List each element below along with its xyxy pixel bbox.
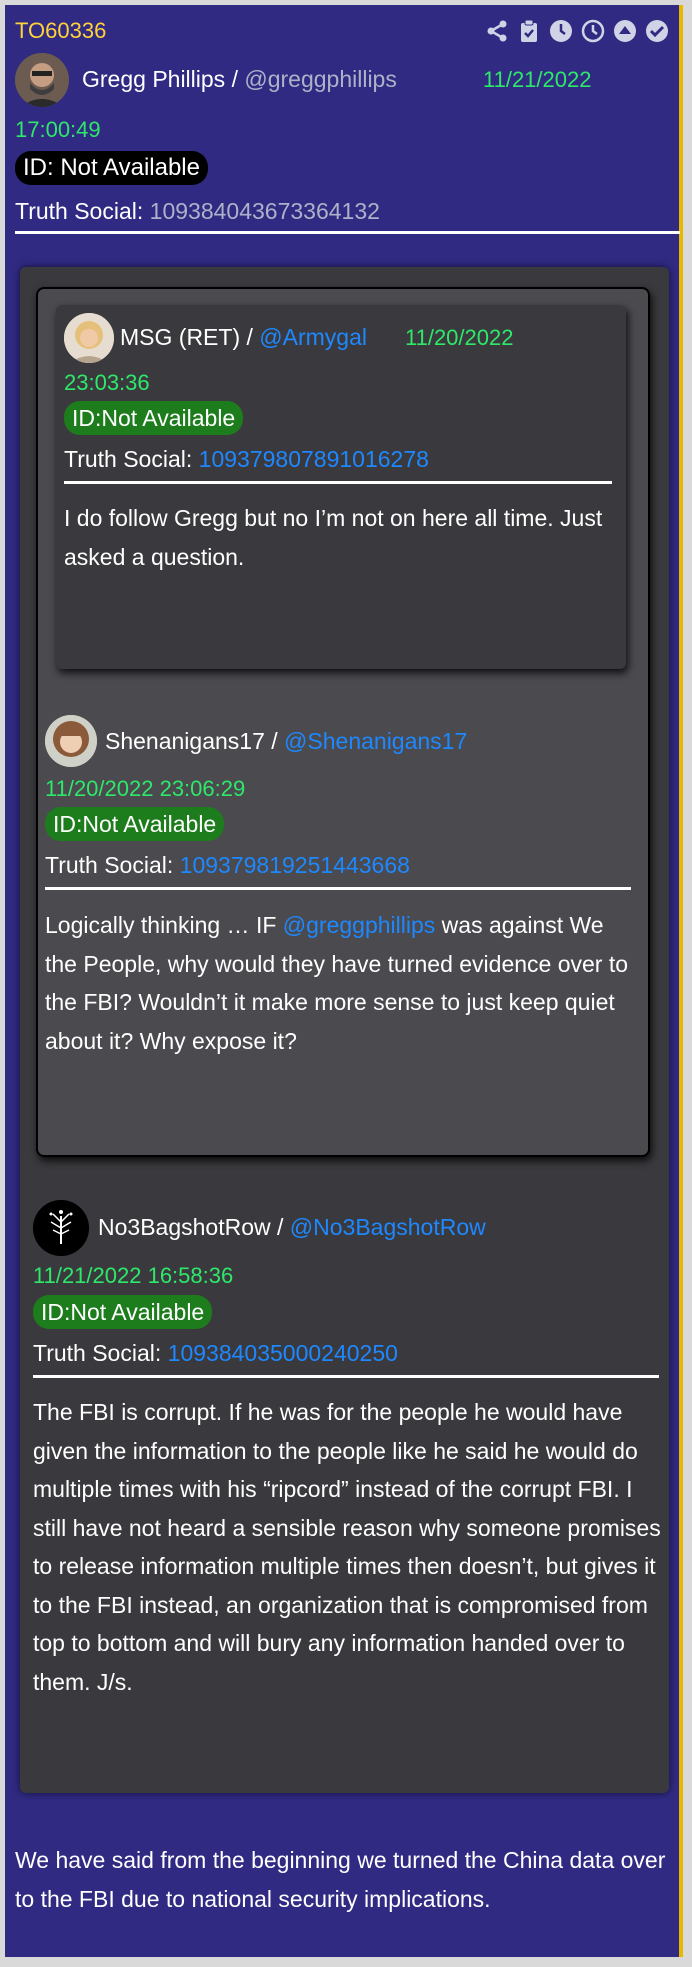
quote0-handle[interactable]: @No3BagshotRow [290,1214,486,1240]
quote0-separator: / [270,1214,290,1240]
quote2-handle[interactable]: @Armygal [259,324,367,350]
quote1-body-pre: Logically thinking … IF [45,912,283,938]
post-body: We have said from the beginning we turne… [15,1847,666,1912]
post-date: 11/21/2022 [483,67,592,92]
post-time: 17:00:49 [15,117,101,142]
author-name[interactable]: Gregg Phillips [82,66,225,92]
quote1-mention[interactable]: @greggphillips [283,912,436,938]
header-divider [15,231,680,234]
quote0-body: The FBI is corrupt. If he was for the pe… [33,1399,661,1695]
quote1-id-badge: ID:Not Available [45,807,225,841]
quote2-truth-social-id[interactable]: 109379807891016278 [199,446,429,472]
quote2-truth-social-line: Truth Social: 109379807891016278 [64,445,429,473]
quote0-divider [33,1375,659,1378]
author-handle[interactable]: @greggphillips [244,66,397,92]
post-id: TO60336 [15,18,107,43]
share-icon[interactable] [485,19,509,43]
clock-filled-icon[interactable] [549,19,573,43]
quote0-author-line: No3BagshotRow / @No3BagshotRow [98,1213,486,1241]
check-circle-icon[interactable] [645,19,669,43]
avatar[interactable] [64,313,114,363]
quote1-datetime: 11/20/2022 23:06:29 [45,776,246,801]
quote0-datetime: 11/21/2022 16:58:36 [33,1263,234,1288]
quote2-truth-social-label: Truth Social: [64,446,199,472]
author-separator: / [225,66,245,92]
quote2-id-badge: ID:Not Available [64,401,244,435]
truth-social-line: Truth Social: 109384043673364132 [15,197,380,225]
quote0-id-badge: ID:Not Available [33,1295,213,1329]
quote1-divider [45,887,631,890]
avatar[interactable] [15,53,69,107]
quote0-truth-social-id[interactable]: 109384035000240250 [168,1340,398,1366]
post-card: TO60336 Gregg Phillips / @greggphillips … [5,5,683,1957]
quote1-body: Logically thinking … IF @greggphillips w… [45,906,639,1060]
chevron-up-circle-icon[interactable] [613,19,637,43]
quote1-name[interactable]: Shenanigans17 [105,728,265,754]
quote2-body: I do follow Gregg but no I’m not on here… [64,505,603,570]
quote0-truth-social-line: Truth Social: 109384035000240250 [33,1339,398,1367]
quote0-name[interactable]: No3BagshotRow [98,1214,271,1240]
clock-outline-icon[interactable] [581,19,605,43]
quote1-author-line: Shenanigans17 / @Shenanigans17 [105,727,467,755]
quoted-post-inner: MSG (RET) / @Armygal 11/20/2022 23:03:36… [56,305,626,669]
quote2-author-line: MSG (RET) / @Armygal [120,323,367,351]
quote2-separator: / [240,324,260,350]
truth-social-label: Truth Social: [15,198,150,224]
quote2-name[interactable]: MSG (RET) [120,324,240,350]
quote0-truth-social-label: Truth Social: [33,1340,168,1366]
quote1-handle[interactable]: @Shenanigans17 [284,728,467,754]
id-badge: ID: Not Available [15,151,208,185]
quote1-truth-social-line: Truth Social: 109379819251443668 [45,851,410,879]
quoted-post-middle: MSG (RET) / @Armygal 11/20/2022 23:03:36… [36,287,650,1157]
quote1-truth-social-label: Truth Social: [45,852,180,878]
quote2-time: 23:03:36 [64,370,150,395]
clipboard-check-icon[interactable] [517,19,541,43]
avatar[interactable] [33,1200,89,1256]
quote1-truth-social-id[interactable]: 109379819251443668 [180,852,410,878]
truth-social-id[interactable]: 109384043673364132 [150,198,380,224]
quote2-date: 11/20/2022 [405,325,514,350]
quoted-post-outer: MSG (RET) / @Armygal 11/20/2022 23:03:36… [20,267,669,1793]
avatar[interactable] [45,715,97,767]
quote2-divider [64,481,612,484]
quote1-separator: / [264,728,285,754]
author-line: Gregg Phillips / @greggphillips [82,65,397,93]
